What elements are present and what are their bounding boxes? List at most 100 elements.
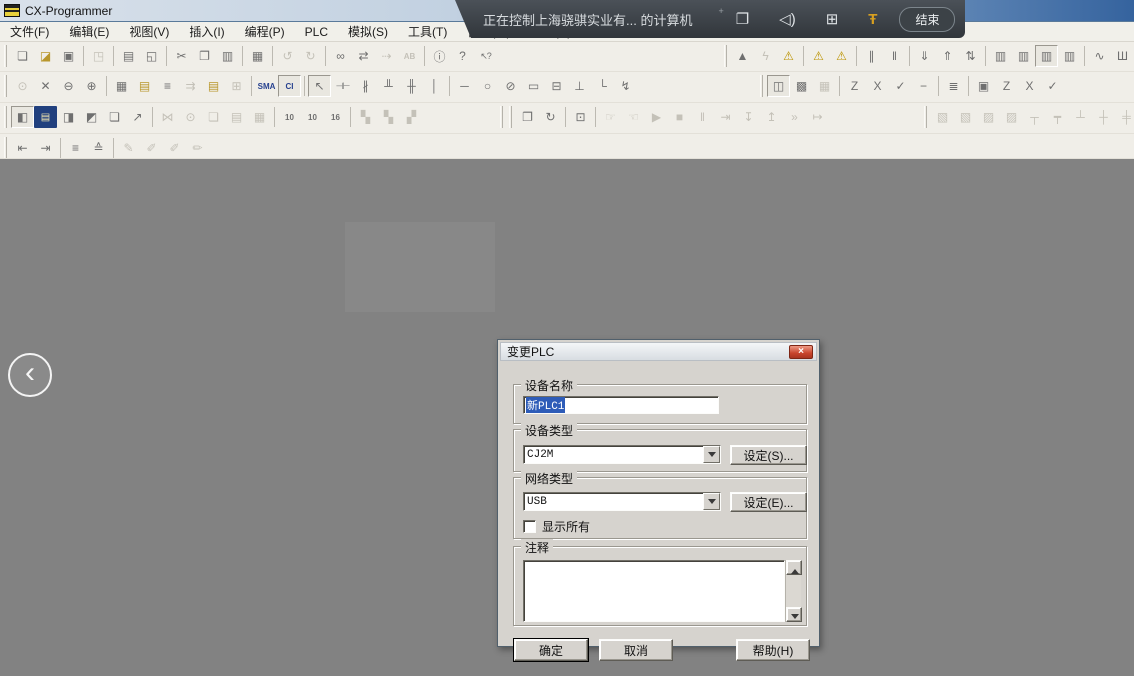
debug-pause-point-button[interactable]: ☞ bbox=[599, 106, 622, 128]
menu-item-edit[interactable]: 编辑(E) bbox=[59, 21, 119, 42]
zoom-fit-button[interactable]: ⊙ bbox=[11, 75, 34, 97]
step-in-button[interactable]: ↧ bbox=[737, 106, 760, 128]
toolbar-grip[interactable] bbox=[4, 75, 7, 97]
scroll-down-icon[interactable] bbox=[786, 607, 802, 622]
help-button[interactable]: ? bbox=[451, 45, 474, 67]
page-preview-button[interactable]: ◳ bbox=[87, 45, 110, 67]
new-closed-contact-button[interactable]: ∦ bbox=[354, 75, 377, 97]
find-button[interactable]: ∞ bbox=[329, 45, 352, 67]
work-online-button[interactable]: ▲ bbox=[731, 45, 754, 67]
copy-button[interactable]: ❐ bbox=[193, 45, 216, 67]
comment-scrollbar[interactable] bbox=[785, 560, 801, 622]
memory-view-1-button[interactable]: ▧ bbox=[931, 106, 954, 128]
save-button[interactable]: ▣ bbox=[57, 45, 80, 67]
network-view-4-button[interactable]: ┼ bbox=[1092, 106, 1115, 128]
monitor-decimal-button[interactable]: 10 bbox=[278, 106, 301, 128]
paste-extended-button[interactable]: ▦ bbox=[246, 45, 269, 67]
online-edit-cycle-button[interactable]: ↻ bbox=[539, 106, 562, 128]
replace-all-button[interactable]: AB bbox=[398, 45, 421, 67]
monitor-hex-button[interactable]: 16 bbox=[324, 106, 347, 128]
menu-item-program[interactable]: 编程(P) bbox=[235, 21, 295, 42]
watch-window-button[interactable]: Z bbox=[995, 75, 1018, 97]
step-run-button[interactable]: ⇥ bbox=[714, 106, 737, 128]
watch-close-button[interactable]: X bbox=[866, 75, 889, 97]
network-view-2-button[interactable]: ┯ bbox=[1046, 106, 1069, 128]
views-toggle-button[interactable]: ◫ bbox=[767, 75, 790, 97]
network-view-3-button[interactable]: ┴ bbox=[1069, 106, 1092, 128]
zoom-region-button[interactable]: ✕ bbox=[34, 75, 57, 97]
toolbar-grip[interactable] bbox=[724, 45, 727, 67]
new-coil-button[interactable]: ○ bbox=[476, 75, 499, 97]
about-info-button[interactable]: ⓘ bbox=[428, 45, 451, 67]
cancel-button[interactable]: 取消 bbox=[599, 639, 673, 661]
watch-sleep-button[interactable]: Z bbox=[843, 75, 866, 97]
symbol-window-button[interactable]: ◩ bbox=[80, 106, 103, 128]
print-preview-button[interactable]: ◱ bbox=[140, 45, 163, 67]
transfer-to-plc-button[interactable]: ⇓ bbox=[913, 45, 936, 67]
rung-move-button[interactable]: ≙ bbox=[87, 137, 110, 159]
sampling-1-button[interactable]: ✐ bbox=[140, 137, 163, 159]
find-in-project-button[interactable]: ⇢ bbox=[375, 45, 398, 67]
outdent-button[interactable]: ⇤ bbox=[11, 137, 34, 159]
network-view-1-button[interactable]: ┬ bbox=[1023, 106, 1046, 128]
rung-wrap-button[interactable]: ▤ bbox=[202, 75, 225, 97]
zoom-in-button[interactable]: ⊕ bbox=[80, 75, 103, 97]
io-table-button[interactable]: ▦ bbox=[248, 106, 271, 128]
sim-run-button[interactable]: ▶ bbox=[645, 106, 668, 128]
comment-textarea[interactable] bbox=[523, 560, 785, 622]
chevron-down-icon[interactable] bbox=[703, 493, 720, 510]
force-off-button[interactable]: ▚ bbox=[377, 106, 400, 128]
function-block-call-button[interactable]: ⊥ bbox=[568, 75, 591, 97]
pause-button[interactable]: ‖ bbox=[883, 45, 906, 67]
online-edit-caution-button[interactable]: ⚠ bbox=[807, 45, 830, 67]
toolbar-grip[interactable] bbox=[924, 106, 927, 128]
end-session-button[interactable]: 结束 bbox=[899, 7, 955, 32]
new-instruction-button[interactable]: ▭ bbox=[522, 75, 545, 97]
print-button[interactable]: ▤ bbox=[117, 45, 140, 67]
monitor-signed-decimal-button[interactable]: 10 bbox=[301, 106, 324, 128]
context-help-button[interactable]: ↖? bbox=[474, 45, 497, 67]
online-edit-transfer-button[interactable]: ❐ bbox=[516, 106, 539, 128]
new-or-contact-button[interactable]: ╨ bbox=[377, 75, 400, 97]
redo-button[interactable]: ↻ bbox=[299, 45, 322, 67]
symbols-table-button[interactable]: ▩ bbox=[790, 75, 813, 97]
cross-reference-button[interactable]: ⋈ bbox=[156, 106, 179, 128]
toolbar-grip[interactable] bbox=[500, 106, 503, 128]
insert-comment-button[interactable]: ✎ bbox=[117, 137, 140, 159]
new-closed-coil-button[interactable]: ⊘ bbox=[499, 75, 522, 97]
sampling-2-button[interactable]: ✐ bbox=[163, 137, 186, 159]
indent-button[interactable]: ⇥ bbox=[34, 137, 57, 159]
paste-button[interactable]: ▥ bbox=[216, 45, 239, 67]
tile-windows-button[interactable]: ❏ bbox=[103, 106, 126, 128]
properties-button[interactable]: ↗ bbox=[126, 106, 149, 128]
scroll-up-icon[interactable] bbox=[786, 560, 802, 575]
rack-program-button[interactable]: ▥ bbox=[1058, 45, 1081, 67]
transfer-caution-button[interactable]: ⚠ bbox=[830, 45, 853, 67]
watch-check-button[interactable]: ✓ bbox=[889, 75, 912, 97]
output-window-button[interactable]: ▣ bbox=[972, 75, 995, 97]
sim-stop-button[interactable]: ■ bbox=[668, 106, 691, 128]
menu-item-simulation[interactable]: 模拟(S) bbox=[338, 21, 398, 42]
connection-icon[interactable]: Ŧ bbox=[868, 11, 877, 28]
step-out-button[interactable]: ↥ bbox=[760, 106, 783, 128]
close-icon[interactable]: × bbox=[789, 345, 813, 359]
device-type-combobox[interactable]: CJ2M bbox=[523, 445, 721, 464]
fullscreen-icon[interactable]: ❐ bbox=[736, 10, 749, 28]
new-file-button[interactable]: ❏ bbox=[11, 45, 34, 67]
network-type-combobox[interactable]: USB bbox=[523, 492, 721, 511]
sim-pause-button[interactable]: ‖ bbox=[691, 106, 714, 128]
menu-item-view[interactable]: 视图(V) bbox=[119, 21, 179, 42]
force-on-button[interactable]: ▚ bbox=[354, 106, 377, 128]
vertical-line-button[interactable]: │ bbox=[423, 75, 446, 97]
back-overlay-button[interactable]: ‹ bbox=[8, 353, 52, 397]
debug-clear-points-button[interactable]: ☜ bbox=[622, 106, 645, 128]
speaker-icon[interactable]: ◁) bbox=[779, 10, 796, 28]
memory-view-2-button[interactable]: ▧ bbox=[954, 106, 977, 128]
device-name-input[interactable]: 新PLC1 bbox=[523, 396, 719, 414]
toolbar-grip[interactable] bbox=[4, 45, 7, 67]
show-all-checkbox[interactable] bbox=[523, 520, 536, 533]
delete-line-button[interactable]: ↯ bbox=[614, 75, 637, 97]
local-symbols-button[interactable]: ❏ bbox=[202, 106, 225, 128]
grid-button[interactable]: ▦ bbox=[110, 75, 133, 97]
force-cancel-button[interactable]: ▞ bbox=[400, 106, 423, 128]
